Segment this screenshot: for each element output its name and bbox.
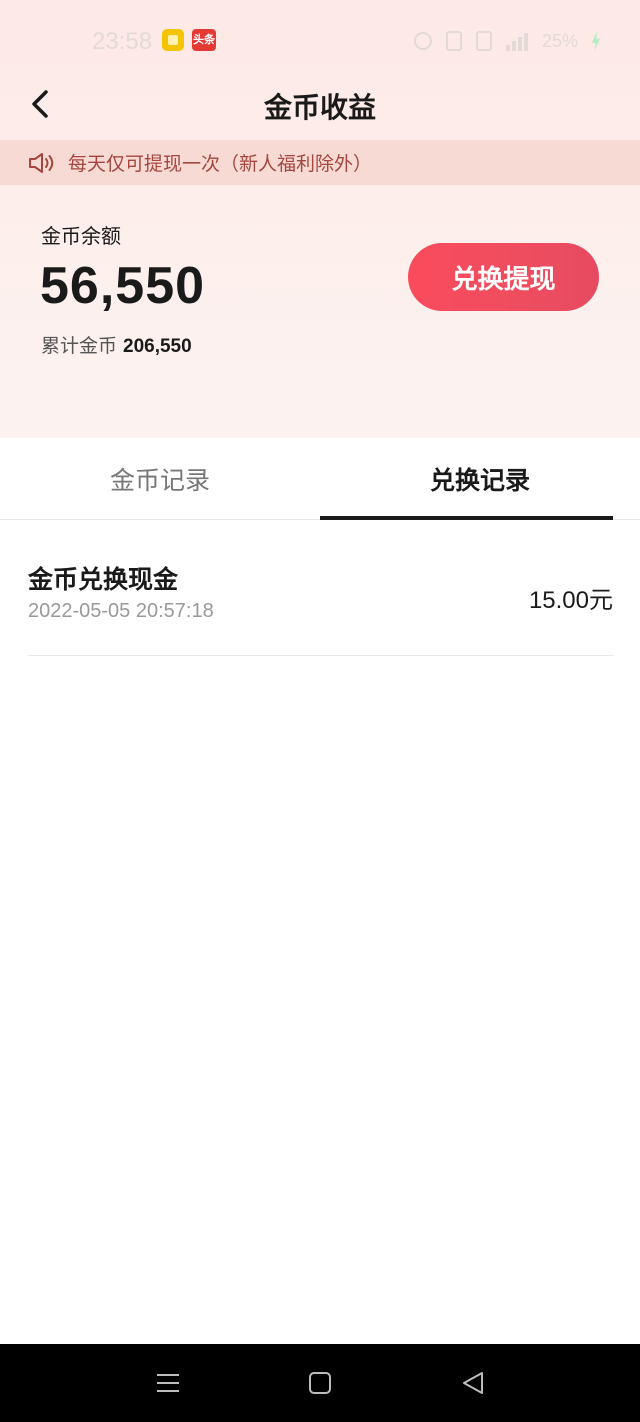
triangle-back-icon bbox=[463, 1372, 483, 1394]
active-tab-indicator bbox=[320, 516, 613, 520]
wifi-icon bbox=[475, 31, 492, 51]
tab-exchange-records[interactable]: 兑换记录 bbox=[320, 438, 640, 520]
speaker-icon bbox=[29, 152, 54, 173]
recent-apps-button[interactable] bbox=[153, 1368, 183, 1398]
balance-value: 56,550 bbox=[40, 257, 206, 315]
total-coins-label: 累计金币 bbox=[41, 335, 118, 357]
total-coins: 累计金币 206,550 bbox=[41, 331, 192, 358]
withdraw-button[interactable]: 兑换提现 bbox=[408, 243, 599, 311]
vibrate-icon bbox=[445, 31, 462, 51]
record-time: 2022-05-05 20:57:18 bbox=[28, 600, 214, 622]
total-coins-value: 206,550 bbox=[123, 336, 192, 357]
app-header: 金币收益 bbox=[0, 70, 640, 140]
tab-coin-records[interactable]: 金币记录 bbox=[0, 438, 320, 520]
signal-icon bbox=[505, 31, 528, 51]
balance-label: 金币余额 bbox=[41, 224, 121, 248]
record-tabs: 金币记录 兑换记录 bbox=[0, 438, 640, 520]
home-square-icon bbox=[309, 1372, 331, 1394]
home-button[interactable] bbox=[305, 1368, 335, 1398]
system-nav-bar bbox=[0, 1344, 640, 1422]
list-item: 金币兑换现金 2022-05-05 20:57:18 15.00元 bbox=[28, 540, 613, 656]
notice-banner: 每天仅可提现一次（新人福利除外） bbox=[0, 140, 640, 185]
toutiao-notification-icon: 头条 bbox=[192, 29, 216, 51]
record-title: 金币兑换现金 bbox=[28, 565, 179, 594]
battery-level: 25% bbox=[541, 30, 578, 51]
record-amount: 15.00元 bbox=[528, 587, 613, 614]
notification-app-icon bbox=[162, 29, 184, 51]
page-title: 金币收益 bbox=[263, 91, 376, 124]
status-icons: 25% bbox=[413, 28, 600, 54]
status-bar: 23:58 头条 25% bbox=[0, 0, 640, 80]
charging-icon bbox=[592, 31, 600, 51]
status-time: 23:58 bbox=[92, 28, 153, 55]
notice-text: 每天仅可提现一次（新人福利除外） bbox=[68, 153, 373, 175]
menu-icon bbox=[157, 1374, 179, 1392]
alarm-icon bbox=[413, 32, 432, 50]
system-back-button[interactable] bbox=[458, 1368, 488, 1398]
